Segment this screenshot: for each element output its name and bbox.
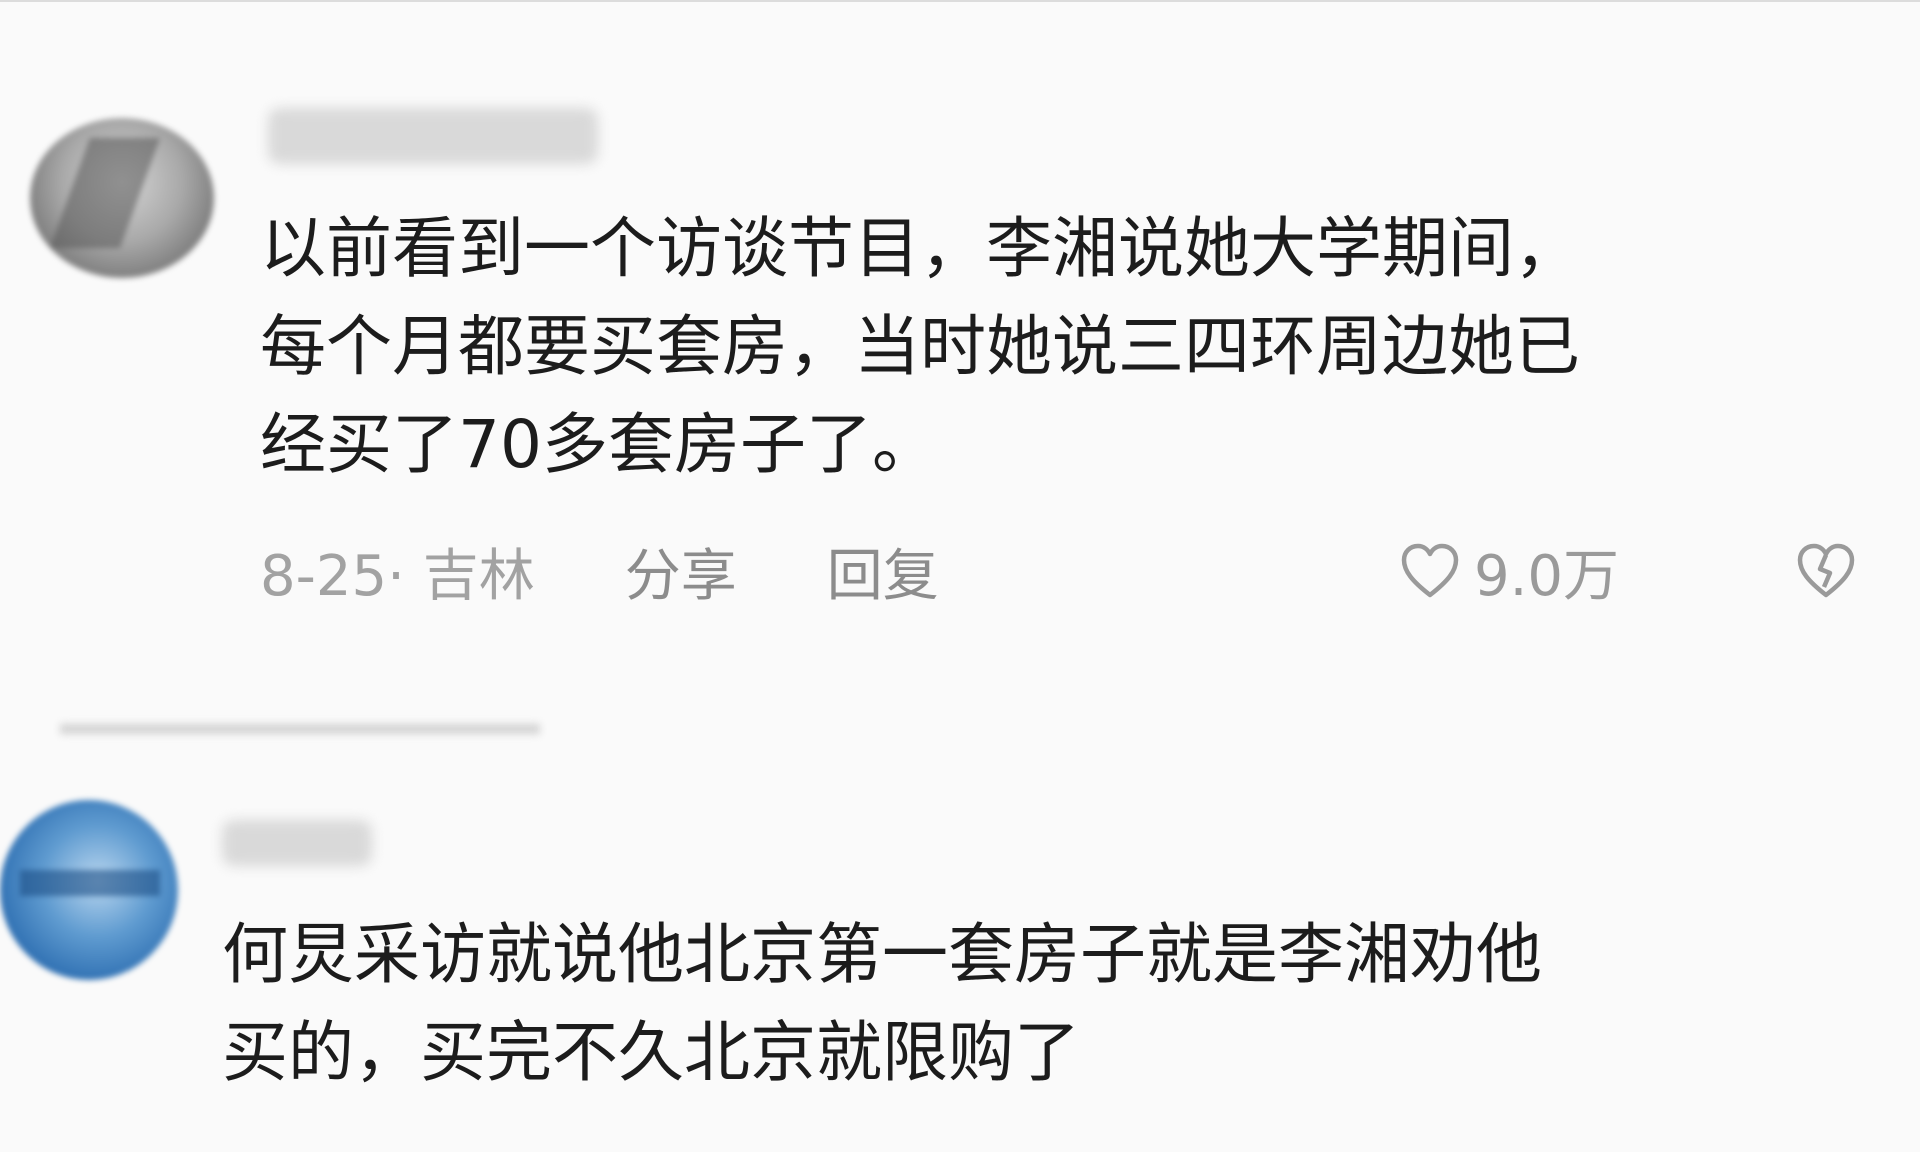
broken-heart-icon [1797, 543, 1855, 598]
username-blurred[interactable] [268, 108, 598, 164]
top-divider [0, 0, 1920, 2]
username-blurred[interactable] [222, 820, 372, 866]
avatar[interactable] [0, 800, 178, 980]
like-button[interactable]: 9.0万 [1398, 535, 1619, 609]
comment-text: 以前看到一个访谈节目，李湘说她大学期间， 每个月都要买套房，当时她说三四环周边她… [260, 210, 1580, 483]
reply-button[interactable]: 回复 [827, 531, 939, 612]
comment-meta-row: 8-25· 吉林 分享 回复 [260, 535, 1029, 609]
dislike-button[interactable] [1790, 535, 1862, 607]
comment-text: 何炅采访就说他北京第一套房子就是李湘劝他 买的，买完不久北京就限购了 [222, 916, 1542, 1091]
separator-blurred [60, 724, 540, 734]
like-count: 9.0万 [1474, 543, 1620, 609]
comment-date-location: 8-25· 吉林 [260, 543, 535, 609]
share-button[interactable]: 分享 [625, 531, 737, 612]
comment-screen: 以前看到一个访谈节目，李湘说她大学期间， 每个月都要买套房，当时她说三四环周边她… [0, 0, 1920, 1152]
avatar[interactable] [30, 118, 214, 278]
heart-outline-icon [1401, 543, 1459, 598]
